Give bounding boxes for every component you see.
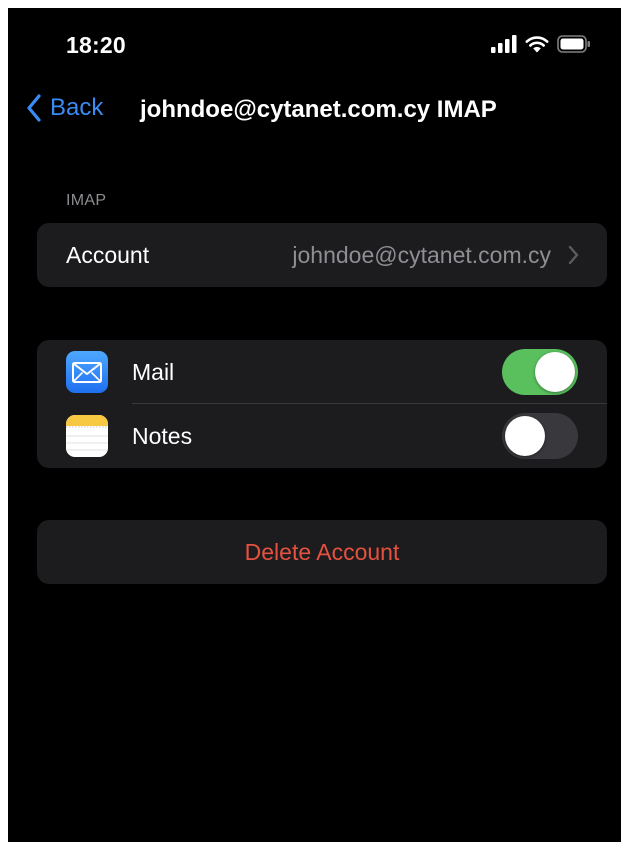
mail-app-icon — [66, 351, 108, 393]
imap-group: Account johndoe@cytanet.com.cy — [37, 223, 607, 287]
apps-group: Mail Notes — [37, 340, 607, 468]
cellular-signal-icon — [491, 35, 517, 53]
status-icons — [491, 32, 591, 56]
notes-toggle[interactable] — [502, 413, 578, 459]
delete-group: Delete Account — [37, 520, 607, 584]
account-row[interactable]: Account johndoe@cytanet.com.cy — [37, 223, 607, 287]
toggle-knob — [505, 416, 545, 456]
account-value: johndoe@cytanet.com.cy — [292, 241, 551, 268]
back-label: Back — [50, 94, 104, 121]
app-label-mail: Mail — [132, 358, 175, 385]
back-button[interactable]: Back — [26, 94, 103, 122]
settings-screen: 18:20 Back johndoe@cytanet.com.cy IMAP I… — [8, 8, 621, 842]
app-row-notes: Notes — [37, 404, 607, 468]
delete-account-button[interactable]: Delete Account — [37, 520, 607, 584]
delete-account-label: Delete Account — [244, 538, 400, 565]
toggle-knob — [535, 352, 575, 392]
app-row-mail: Mail — [37, 340, 607, 404]
section-header-imap: IMAP — [66, 192, 107, 209]
app-label-notes: Notes — [132, 422, 193, 449]
status-time: 18:20 — [66, 32, 126, 58]
notes-app-icon — [66, 415, 108, 457]
chevron-right-icon — [568, 245, 579, 265]
mail-toggle[interactable] — [502, 349, 578, 395]
page-title: johndoe@cytanet.com.cy IMAP — [140, 96, 497, 123]
battery-icon — [557, 35, 590, 53]
account-label: Account — [66, 241, 150, 268]
wifi-icon — [525, 36, 549, 53]
chevron-left-icon — [27, 94, 41, 122]
